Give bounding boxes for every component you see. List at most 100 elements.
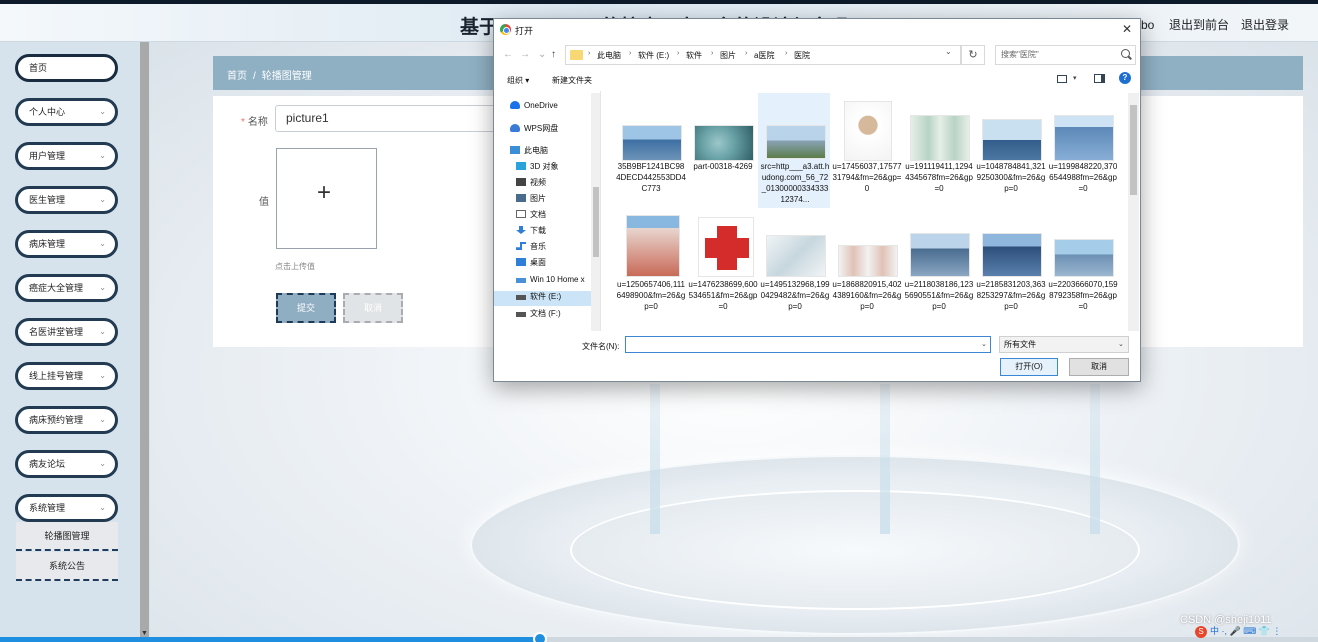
path-arrow: › [745,50,748,57]
nav-onedrive[interactable]: OneDrive [510,101,558,116]
breadcrumb-current: 轮播图管理 [261,71,312,82]
open-button[interactable]: 打开(O) [1000,358,1058,376]
file-name: u=1868820915,4024389160&fm=26&gp=0 [832,280,902,311]
preview-pane-icon[interactable] [1094,74,1105,83]
menu-label: 病友论坛 [29,459,66,469]
file-item[interactable]: u=2185831203,3638253297&fm=26&gp=0 [974,211,1046,326]
nav-videos[interactable]: 视频 [516,177,546,192]
help-icon[interactable]: ? [1119,72,1131,84]
submenu-carousel-management[interactable]: 轮播图管理 [16,522,118,551]
file-item[interactable]: 35B9BF1241BC984DECD442553DD4C773 [614,95,686,210]
file-item[interactable]: u=1868820915,4024389160&fm=26&gp=0 [830,211,902,326]
filename-input[interactable] [625,336,991,353]
path-drive-e[interactable]: 软件 (E:) [638,50,669,61]
path-pictures[interactable]: 图片 [720,50,736,61]
nav-this-pc[interactable]: 此电脑 [510,145,548,160]
file-item[interactable]: part-00318-4269 [686,95,758,210]
address-bar[interactable]: › 此电脑 › 软件 (E:) › 软件 › 图片 › a医院 › 医院 [565,45,961,65]
dialog-title-bar[interactable]: 打开 ✕ [494,19,1140,41]
file-item[interactable]: u=1199848220,3706544988fm=26&gp=0 [1046,95,1118,210]
path-hospital[interactable]: 医院 [794,50,810,61]
scroll-down-arrow-icon[interactable]: ▼ [141,630,148,637]
file-thumbnail [694,125,754,161]
path-a-hospital[interactable]: a医院 [754,50,774,61]
address-dropdown-icon[interactable]: ⌄ [945,47,952,56]
file-item[interactable]: u=1495132968,1990429482&fm=26&gp=0 [758,211,830,326]
logout-link[interactable]: 退出登录 [1241,16,1289,33]
nav-drive-c[interactable]: Win 10 Home x [516,275,585,290]
name-input[interactable]: picture1 [275,105,525,132]
menu-cancer-encyclopedia[interactable]: 癌症大全管理 ⌄ [15,274,118,302]
menu-online-registration[interactable]: 线上挂号管理 ⌄ [15,362,118,390]
filename-dropdown-icon[interactable]: ⌄ [981,340,987,348]
file-name: u=2118038186,1235690551&fm=26&gp=0 [904,280,974,311]
menu-label: 首页 [29,63,48,73]
path-software[interactable]: 软件 [686,50,702,61]
file-list-scroll-thumb[interactable] [1130,105,1137,195]
search-input[interactable]: 搜索"医院" [995,45,1136,65]
menu-bed-management[interactable]: 病床管理 ⌄ [15,230,118,258]
up-arrow-icon[interactable]: ↑ [551,49,556,60]
menu-home[interactable]: 首页 [15,54,118,82]
filetype-select[interactable]: 所有文件 [999,336,1129,353]
new-folder-button[interactable]: 新建文件夹 [552,75,592,86]
back-arrow-icon[interactable]: ← [503,49,513,60]
nav-downloads[interactable]: 下载 [516,225,546,240]
nav-3d-objects[interactable]: 3D 对象 [516,161,558,176]
progress-knob[interactable] [533,632,548,642]
menu-bed-reservation[interactable]: 病床预约管理 ⌄ [15,406,118,434]
nav-drive-e[interactable]: 软件 (E:) [494,291,591,306]
menu-label: 个人中心 [29,107,66,117]
file-item[interactable]: u=1476238699,600534651&fm=26&gp=0 [686,211,758,326]
file-item-selected[interactable]: src=http___a3.att.hudong.com_56_72_01300… [758,93,830,208]
filetype-dropdown-icon[interactable]: ⌄ [1118,340,1124,348]
file-item[interactable]: u=17456037,1757731794&fm=26&gp=0 [830,95,902,210]
submit-button[interactable]: 提交 [276,293,336,323]
sogou-icon: S [1195,625,1207,638]
organize-button[interactable]: 组织 ▾ [507,75,529,86]
menu-user-management[interactable]: 用户管理 ⌄ [15,142,118,170]
menu-label: 用户管理 [29,151,66,161]
file-name: 35B9BF1241BC984DECD442553DD4C773 [616,162,686,193]
ime-toolbar[interactable]: S中 ·, 🎤 ⌨ 👕 ⋮ [1195,624,1315,640]
menu-label: 癌症大全管理 [29,283,84,293]
file-item[interactable]: u=1250657406,1116498900&fm=26&gp=0 [614,211,686,326]
nav-music[interactable]: 音乐 [516,241,546,256]
file-item[interactable]: u=191119411,12944345678fm=26&gp=0 [902,95,974,210]
close-icon[interactable]: ✕ [1122,22,1132,36]
nav-wps-cloud[interactable]: WPS网盘 [510,123,558,138]
recent-locations-icon[interactable]: ⌄ [538,49,546,60]
exit-to-frontend-link[interactable]: 退出到前台 [1169,16,1229,33]
nav-drive-f[interactable]: 文档 (F:) [516,308,561,323]
image-upload-box[interactable]: + [276,148,377,249]
menu-patient-forum[interactable]: 病友论坛 ⌄ [15,450,118,478]
nav-desktop[interactable]: 桌面 [516,257,546,272]
path-arrow: › [711,50,714,57]
cube-icon [516,162,526,170]
dialog-cancel-button[interactable]: 取消 [1069,358,1129,376]
bottom-progress-bar[interactable] [0,637,1318,642]
view-mode-icon[interactable] [1057,75,1067,83]
file-item[interactable]: u=1048784841,3219250300&fm=26&gp=0 [974,95,1046,210]
nav-documents[interactable]: 文档 [516,209,546,224]
refresh-icon[interactable]: ↻ [961,45,985,65]
menu-famous-doctor-lectures[interactable]: 名医讲堂管理 ⌄ [15,318,118,346]
path-this-pc[interactable]: 此电脑 [597,50,621,61]
menu-system-management[interactable]: 系统管理 ⌄ [15,494,118,522]
menu-personal-center[interactable]: 个人中心 ⌄ [15,98,118,126]
menu-doctor-management[interactable]: 医生管理 ⌄ [15,186,118,214]
forward-arrow-icon[interactable]: → [520,49,530,60]
file-item[interactable]: u=2203666070,1598792358fm=26&gp=0 [1046,211,1118,326]
nav-pane-scroll-thumb[interactable] [593,187,599,257]
progress-fill [0,637,541,642]
drive-icon [516,278,526,283]
view-dropdown-icon[interactable]: ▾ [1073,74,1077,82]
nav-pictures[interactable]: 图片 [516,193,546,208]
value-field-label: 值 [259,197,269,208]
breadcrumb-home[interactable]: 首页 [227,71,247,82]
cancel-button[interactable]: 取消 [343,293,403,323]
file-item[interactable]: u=2118038186,1235690551&fm=26&gp=0 [902,211,974,326]
sidebar-scrollbar[interactable] [140,42,149,640]
file-thumbnail [1054,239,1114,277]
submenu-system-announcement[interactable]: 系统公告 [16,552,118,581]
